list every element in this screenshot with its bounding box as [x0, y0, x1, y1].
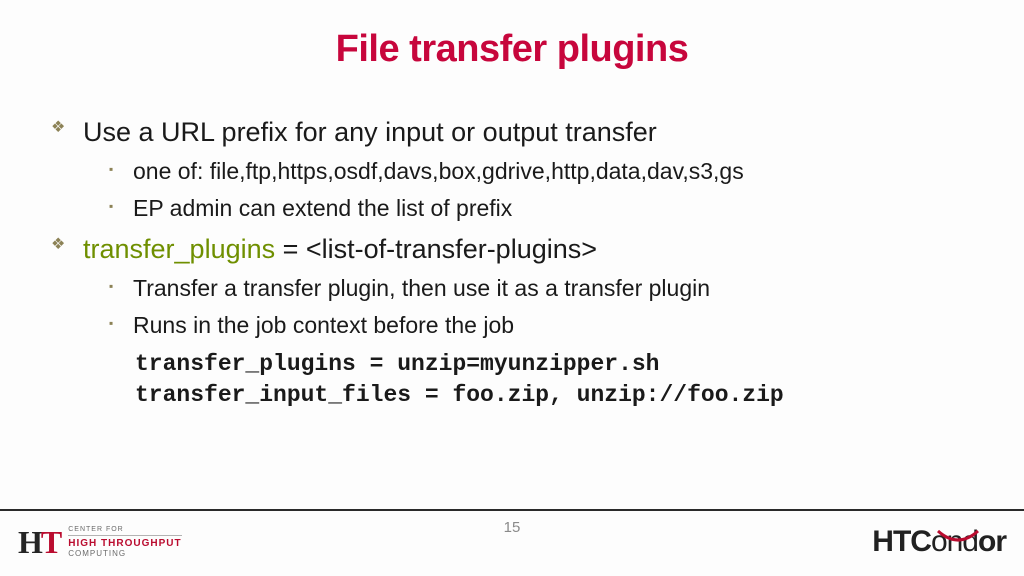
slide: File transfer plugins Use a URL prefix f…	[0, 0, 1024, 576]
code-example: transfer_plugins = unzip=myunzipper.sh t…	[135, 349, 969, 411]
logo-htc-center-icon: HT CENTER FOR HIGH THROUGHPUT COMPUTING	[18, 521, 182, 563]
bullet-1-text: Use a URL prefix for any input or output…	[83, 115, 969, 150]
bullet-2-rest: = <list-of-transfer-plugins>	[275, 234, 597, 264]
bullet-2-sub-2: Runs in the job context before the job	[109, 310, 969, 341]
bullet-1: Use a URL prefix for any input or output…	[55, 115, 969, 224]
bullet-1-sub: one of: file,ftp,https,osdf,davs,box,gdr…	[109, 156, 969, 224]
bullet-list: Use a URL prefix for any input or output…	[55, 115, 969, 411]
bullet-1-sub-1: one of: file,ftp,https,osdf,davs,box,gdr…	[109, 156, 969, 187]
condor-arc-icon	[936, 519, 980, 535]
logo-left-text: CENTER FOR HIGH THROUGHPUT COMPUTING	[68, 526, 181, 558]
bullet-1-sub-2: EP admin can extend the list of prefix	[109, 193, 969, 224]
logo-left-mark: HT	[18, 524, 60, 561]
slide-title: File transfer plugins	[55, 28, 969, 71]
bullet-2-sub: Transfer a transfer plugin, then use it …	[109, 273, 969, 341]
footer: 15 HT CENTER FOR HIGH THROUGHPUT COMPUTI…	[0, 511, 1024, 576]
bullet-2-text: transfer_plugins = <list-of-transfer-plu…	[83, 232, 969, 267]
bullet-2: transfer_plugins = <list-of-transfer-plu…	[55, 232, 969, 411]
keyword-transfer-plugins: transfer_plugins	[83, 234, 275, 264]
logo-htcondor-icon: HTCondor	[872, 521, 1006, 563]
bullet-2-sub-1: Transfer a transfer plugin, then use it …	[109, 273, 969, 304]
